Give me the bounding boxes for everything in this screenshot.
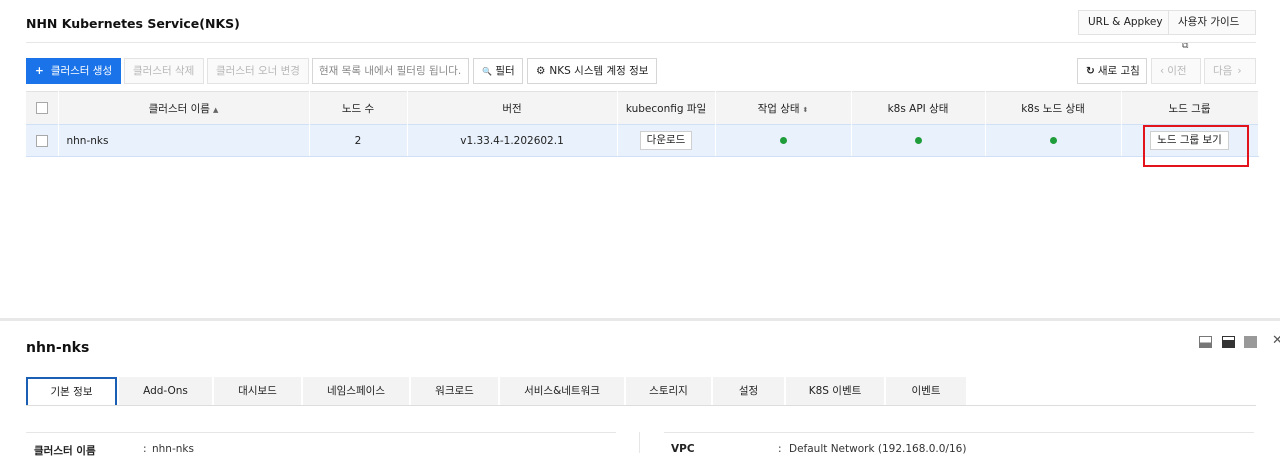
tab-settings[interactable]: 설정 — [713, 377, 784, 406]
highlight-box — [1143, 125, 1249, 167]
user-guide-button[interactable]: 사용자 가이드 ⧉ — [1168, 10, 1256, 51]
layout-full-icon[interactable] — [1244, 336, 1257, 348]
plus-icon: + — [35, 65, 44, 77]
prev-page-button[interactable]: ‹ 이전 — [1151, 58, 1201, 84]
key-separator: : — [143, 443, 147, 455]
cluster-name-key: 클러스터 이름 — [34, 445, 96, 457]
column-header-version: 버전 — [407, 91, 618, 125]
chevron-left-icon: ‹ — [1160, 65, 1165, 77]
gear-icon: ⚙ — [536, 65, 546, 77]
create-cluster-label: 클러스터 생성 — [50, 65, 113, 77]
download-kubeconfig-button[interactable]: 다운로드 — [639, 131, 693, 150]
refresh-button[interactable]: ↻ 새로 고침 — [1077, 58, 1147, 84]
basic-info-left: 클러스터 이름 : nhn-nks — [26, 432, 616, 457]
select-all-checkbox[interactable] — [35, 102, 48, 114]
vpc-value: Default Network (192.168.0.0/16) — [789, 443, 967, 455]
column-header-node-group: 노드 그룹 — [1121, 91, 1259, 125]
refresh-label: 새로 고침 — [1097, 65, 1140, 77]
tab-dashboard[interactable]: 대시보드 — [214, 377, 301, 406]
delete-cluster-button[interactable]: 클러스터 삭제 — [124, 58, 204, 84]
close-icon[interactable]: ✕ — [1272, 333, 1280, 348]
tab-namespace[interactable]: 네임스페이스 — [303, 377, 409, 406]
tab-basic-info[interactable]: 기본 정보 — [26, 377, 117, 406]
row-select-cell — [26, 124, 59, 157]
select-all-cell — [26, 91, 59, 125]
prev-page-label: 이전 — [1167, 65, 1187, 77]
page-header: NHN Kubernetes Service(NKS) URL & Appkey… — [26, 10, 1256, 51]
kubeconfig-cell: 다운로드 — [617, 124, 716, 157]
tab-underline — [26, 405, 1256, 406]
system-account-button[interactable]: ⚙ NKS 시스템 계정 정보 — [527, 58, 657, 84]
filter-label: 필터 — [495, 65, 515, 77]
sort-asc-icon: ▲ — [212, 105, 219, 114]
search-icon: 🔍 — [482, 67, 492, 76]
basic-info-right: VPC : Default Network (192.168.0.0/16) — [664, 432, 1254, 455]
table-row[interactable]: nhn-nks 2 v1.33.4-1.202602.1 다운로드 노드 그룹 … — [26, 124, 1259, 157]
status-ok-icon — [779, 136, 787, 144]
filter-button[interactable]: 🔍 필터 — [473, 58, 523, 84]
user-guide-label: 사용자 가이드 — [1178, 16, 1240, 28]
node-count-cell: 2 — [309, 124, 408, 157]
column-header-name[interactable]: 클러스터 이름 ▲ — [58, 91, 310, 125]
node-status-cell — [985, 124, 1122, 157]
layout-split-icon[interactable] — [1222, 336, 1235, 348]
table-header-row: 클러스터 이름 ▲ 노드 수 버전 kubeconfig 파일 작업 상태 ⬍ k8… — [26, 91, 1259, 125]
cluster-name-cell: nhn-nks — [58, 124, 310, 157]
next-page-label: 다음 — [1213, 65, 1233, 77]
status-ok-icon — [1049, 136, 1057, 144]
pane-splitter[interactable] — [0, 318, 1280, 321]
version-cell: v1.33.4-1.202602.1 — [407, 124, 618, 157]
tab-addons[interactable]: Add-Ons — [119, 377, 212, 406]
system-account-label: NKS 시스템 계정 정보 — [549, 65, 649, 77]
tab-storage[interactable]: 스토리지 — [626, 377, 711, 406]
status-ok-icon — [914, 136, 922, 144]
url-appkey-button[interactable]: URL & Appkey — [1078, 10, 1173, 35]
sort-icon: ⬍ — [802, 105, 809, 114]
column-header-task-status[interactable]: 작업 상태 ⬍ — [715, 91, 852, 125]
chevron-right-icon: › — [1237, 65, 1242, 77]
header-divider — [26, 42, 1256, 43]
cluster-name-value: nhn-nks — [152, 443, 194, 455]
vpc-key: VPC — [671, 443, 695, 455]
next-page-button[interactable]: 다음 › — [1204, 58, 1256, 84]
filter-search-input[interactable] — [312, 58, 469, 84]
change-owner-button[interactable]: 클러스터 오너 변경 — [207, 58, 309, 84]
column-header-api-status: k8s API 상태 — [851, 91, 986, 125]
tab-service-network[interactable]: 서비스&네트워크 — [500, 377, 624, 406]
row-checkbox[interactable] — [35, 134, 48, 147]
column-header-kubeconfig: kubeconfig 파일 — [617, 91, 716, 125]
cluster-toolbar: + 클러스터 생성 클러스터 삭제 클러스터 오너 변경 🔍 필터 ⚙NKS 시스… — [26, 58, 1258, 84]
refresh-icon: ↻ — [1086, 65, 1095, 77]
info-divider — [639, 432, 640, 453]
api-status-cell — [851, 124, 986, 157]
column-header-node-count: 노드 수 — [309, 91, 408, 125]
layout-toggle-group — [1199, 336, 1280, 350]
tab-k8s-events[interactable]: K8S 이벤트 — [786, 377, 884, 406]
tab-workload[interactable]: 워크로드 — [411, 377, 498, 406]
key-separator: : — [778, 443, 782, 455]
cluster-table: 클러스터 이름 ▲ 노드 수 버전 kubeconfig 파일 작업 상태 ⬍ k8… — [26, 91, 1259, 157]
task-status-cell — [715, 124, 852, 157]
layout-bottom-icon[interactable] — [1199, 336, 1212, 348]
page-title: NHN Kubernetes Service(NKS) — [26, 16, 240, 31]
tab-events[interactable]: 이벤트 — [886, 377, 966, 406]
create-cluster-button[interactable]: + 클러스터 생성 — [26, 58, 121, 84]
column-header-node-status: k8s 노드 상태 — [985, 91, 1122, 125]
detail-title: nhn-nks — [26, 340, 90, 356]
